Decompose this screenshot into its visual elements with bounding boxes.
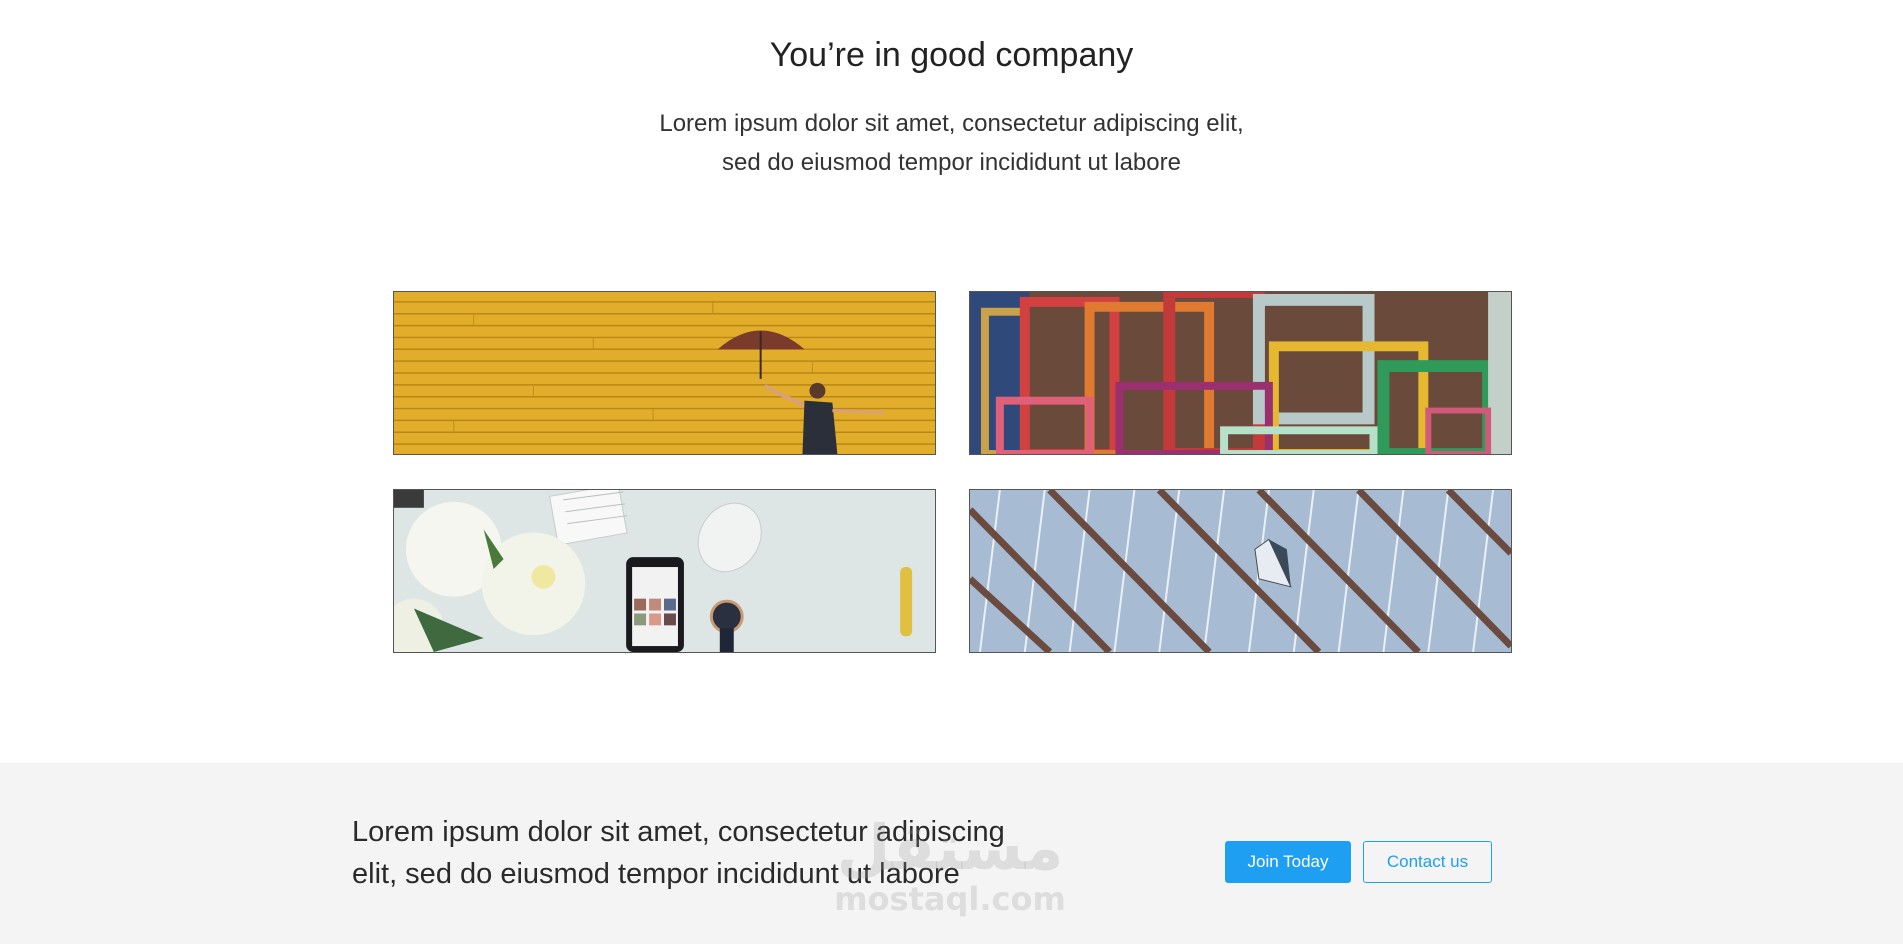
section-subtitle: Lorem ipsum dolor sit amet, consectetur … bbox=[0, 104, 1903, 182]
colorful-frames-photo bbox=[969, 291, 1512, 455]
section-title: You’re in good company bbox=[769, 36, 1134, 74]
call-to-action-section: Lorem ipsum dolor sit amet, consectetur … bbox=[0, 763, 1903, 944]
glass-building-photo bbox=[969, 489, 1512, 653]
join-today-button[interactable]: Join Today bbox=[1225, 841, 1351, 883]
company-section: You’re in good company Lorem ipsum dolor… bbox=[0, 0, 1903, 763]
subtitle-line-2: sed do eiusmod tempor incididunt ut labo… bbox=[722, 149, 1181, 176]
image-gallery bbox=[393, 291, 1514, 653]
cta-text-line-2: elit, sed do eiusmod tempor incididunt u… bbox=[352, 858, 960, 890]
cta-text: Lorem ipsum dolor sit amet, consectetur … bbox=[352, 811, 1112, 895]
umbrella-yellow-wall-photo bbox=[393, 291, 936, 455]
contact-us-button[interactable]: Contact us bbox=[1363, 841, 1492, 883]
subtitle-line-1: Lorem ipsum dolor sit amet, consectetur … bbox=[659, 110, 1244, 137]
desk-flowers-phone-photo bbox=[393, 489, 936, 653]
cta-text-line-1: Lorem ipsum dolor sit amet, consectetur … bbox=[352, 816, 1005, 848]
